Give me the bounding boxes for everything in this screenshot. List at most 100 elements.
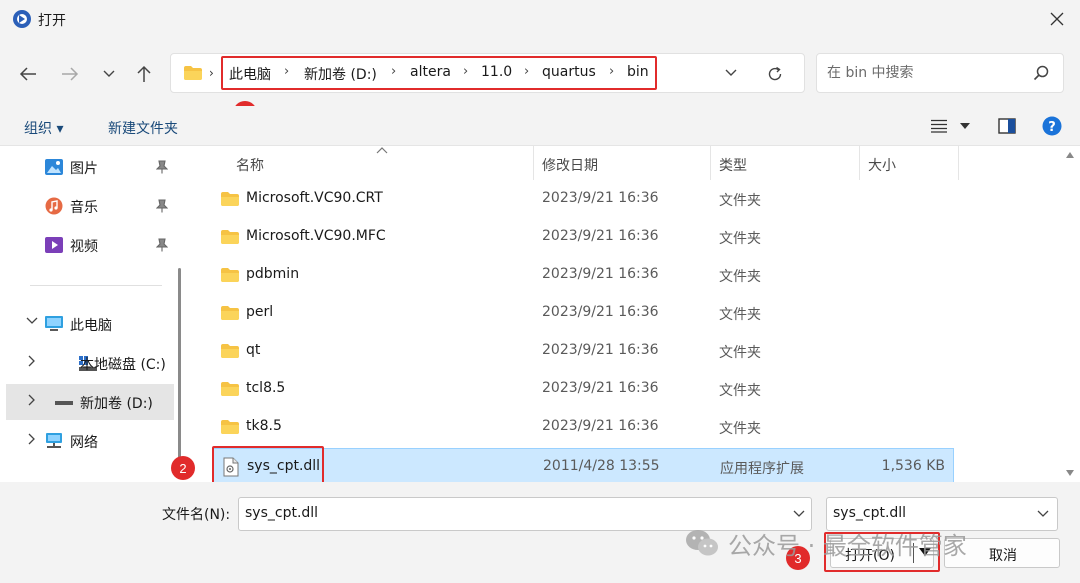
folder-icon (184, 66, 202, 80)
breadcrumb-drive-d[interactable]: 新加卷 (D:) (304, 64, 377, 84)
file-row[interactable]: Microsoft.VC90.MFC 2023/9/21 16:36 文件夹 (212, 219, 954, 255)
dll-file-icon (223, 457, 239, 477)
file-list-scrollbar[interactable] (1062, 146, 1076, 482)
videos-icon (45, 237, 63, 253)
sidebar-item-label: 本地磁盘 (C:) (80, 357, 166, 373)
dialog-footer: 文件名(N): sys_cpt.dll 打开(O) 取消 (0, 482, 1080, 583)
file-type: 文件夹 (719, 383, 761, 399)
folder-icon (221, 420, 239, 434)
sidebar-item-drive-c[interactable]: 本地磁盘 (C:) (6, 345, 174, 381)
sidebar-item-videos[interactable]: 视频 (6, 227, 174, 263)
open-button-label: 打开(O) (845, 548, 895, 564)
filetype-value: sys_cpt.dll (833, 505, 907, 521)
file-row[interactable]: tcl8.5 2023/9/21 16:36 文件夹 (212, 371, 954, 407)
breadcrumb-quartus[interactable]: quartus (542, 64, 596, 80)
sidebar-item-label: 此电脑 (70, 318, 112, 334)
file-row[interactable]: perl 2023/9/21 16:36 文件夹 (212, 295, 954, 331)
chevron-down-icon[interactable] (26, 317, 38, 325)
close-button[interactable] (1034, 0, 1080, 38)
open-button[interactable]: 打开(O) (830, 538, 934, 568)
file-modified: 2023/9/21 16:36 (542, 228, 659, 244)
column-header-name[interactable]: 名称 (236, 155, 264, 175)
sidebar-item-label: 音乐 (70, 200, 98, 216)
recent-locations-button[interactable] (95, 60, 123, 88)
close-icon (1050, 12, 1064, 26)
address-history-dropdown[interactable] (719, 63, 743, 83)
folder-icon (221, 344, 239, 358)
folder-icon (221, 192, 239, 206)
sidebar-item-label: 网络 (70, 435, 98, 451)
chevron-right-icon[interactable] (28, 355, 36, 367)
column-header-modified[interactable]: 修改日期 (542, 155, 598, 175)
file-type: 文件夹 (719, 269, 761, 285)
open-split-divider (913, 543, 914, 563)
file-row[interactable]: qt 2023/9/21 16:36 文件夹 (212, 333, 954, 369)
file-name: sys_cpt.dll (247, 458, 321, 474)
forward-button[interactable] (56, 60, 84, 88)
refresh-button[interactable] (763, 62, 787, 86)
sidebar-item-drive-d[interactable]: 新加卷 (D:) (6, 384, 174, 420)
file-row-selected[interactable]: sys_cpt.dll 2011/4/28 13:55 应用程序扩展 1,536… (212, 448, 954, 484)
sort-ascending-icon (376, 147, 388, 154)
help-icon[interactable]: ? (1042, 116, 1062, 136)
address-bar[interactable]: › 此电脑 › 新加卷 (D:) › altera › 11.0 › quart… (170, 53, 805, 93)
file-row[interactable]: Microsoft.VC90.CRT 2023/9/21 16:36 文件夹 (212, 181, 954, 217)
sidebar-item-network[interactable]: 网络 (6, 423, 174, 459)
sidebar-item-pictures[interactable]: 图片 (6, 149, 174, 185)
filename-input[interactable] (245, 505, 775, 521)
svg-text:?: ? (1048, 120, 1056, 135)
cancel-button[interactable]: 取消 (944, 538, 1060, 568)
search-input[interactable] (827, 63, 1027, 83)
navigation-pane: 图片 音乐 视频 此电脑 本地磁盘 (C:) 新加卷 (D:) 网络 (0, 146, 186, 482)
pin-icon[interactable] (156, 160, 168, 174)
filename-label: 文件名(N): (162, 507, 231, 523)
window-title: 打开 (38, 13, 66, 29)
organize-menu-button[interactable]: 组织 ▾ (24, 118, 63, 138)
column-separator[interactable] (958, 146, 959, 180)
breadcrumb-altera[interactable]: altera (410, 64, 451, 80)
chevron-right-icon[interactable] (28, 394, 36, 406)
pin-icon[interactable] (156, 199, 168, 213)
column-header-type[interactable]: 类型 (719, 155, 747, 175)
back-button[interactable] (14, 60, 42, 88)
file-row[interactable]: pdbmin 2023/9/21 16:36 文件夹 (212, 257, 954, 293)
sidebar-divider (30, 285, 162, 286)
column-separator[interactable] (859, 146, 860, 180)
sidebar-item-this-pc[interactable]: 此电脑 (6, 306, 174, 342)
navigation-bar: › 此电脑 › 新加卷 (D:) › altera › 11.0 › quart… (0, 38, 1080, 125)
pin-icon[interactable] (156, 238, 168, 252)
filetype-select[interactable]: sys_cpt.dll (826, 497, 1058, 531)
view-dropdown-chevron-icon[interactable] (960, 123, 970, 129)
view-options-icon[interactable] (931, 119, 947, 133)
sidebar-scrollbar[interactable] (178, 268, 181, 478)
file-type: 文件夹 (719, 307, 761, 323)
scroll-down-icon[interactable] (1066, 470, 1074, 476)
file-modified: 2023/9/21 16:36 (542, 380, 659, 396)
search-icon (1033, 65, 1049, 81)
file-type: 文件夹 (719, 193, 761, 209)
breadcrumb-11-0[interactable]: 11.0 (481, 64, 512, 80)
breadcrumb-bin[interactable]: bin (627, 64, 649, 80)
new-folder-button[interactable]: 新建文件夹 (108, 118, 178, 138)
chevron-down-icon (103, 70, 115, 77)
open-dropdown-icon[interactable] (919, 548, 931, 556)
breadcrumb-this-pc[interactable]: 此电脑 (229, 64, 271, 84)
file-list: 名称 修改日期 类型 大小 Microsoft.VC90.CRT 2023/9/… (196, 146, 1058, 484)
column-header-size[interactable]: 大小 (868, 155, 896, 175)
sidebar-item-music[interactable]: 音乐 (6, 188, 174, 224)
filename-combobox[interactable] (238, 497, 812, 531)
chevron-down-icon[interactable] (793, 510, 805, 518)
preview-pane-icon[interactable] (998, 118, 1016, 134)
folder-icon (221, 306, 239, 320)
file-name: Microsoft.VC90.MFC (246, 228, 386, 244)
folder-icon (221, 268, 239, 282)
column-separator[interactable] (533, 146, 534, 180)
file-type: 应用程序扩展 (720, 461, 804, 477)
up-button[interactable] (130, 60, 158, 88)
chevron-right-icon[interactable] (28, 433, 36, 445)
file-row[interactable]: tk8.5 2023/9/21 16:36 文件夹 (212, 409, 954, 445)
search-box[interactable] (816, 53, 1064, 93)
column-separator[interactable] (710, 146, 711, 180)
breadcrumb-separator: › (524, 64, 530, 79)
scroll-up-icon[interactable] (1066, 152, 1074, 158)
